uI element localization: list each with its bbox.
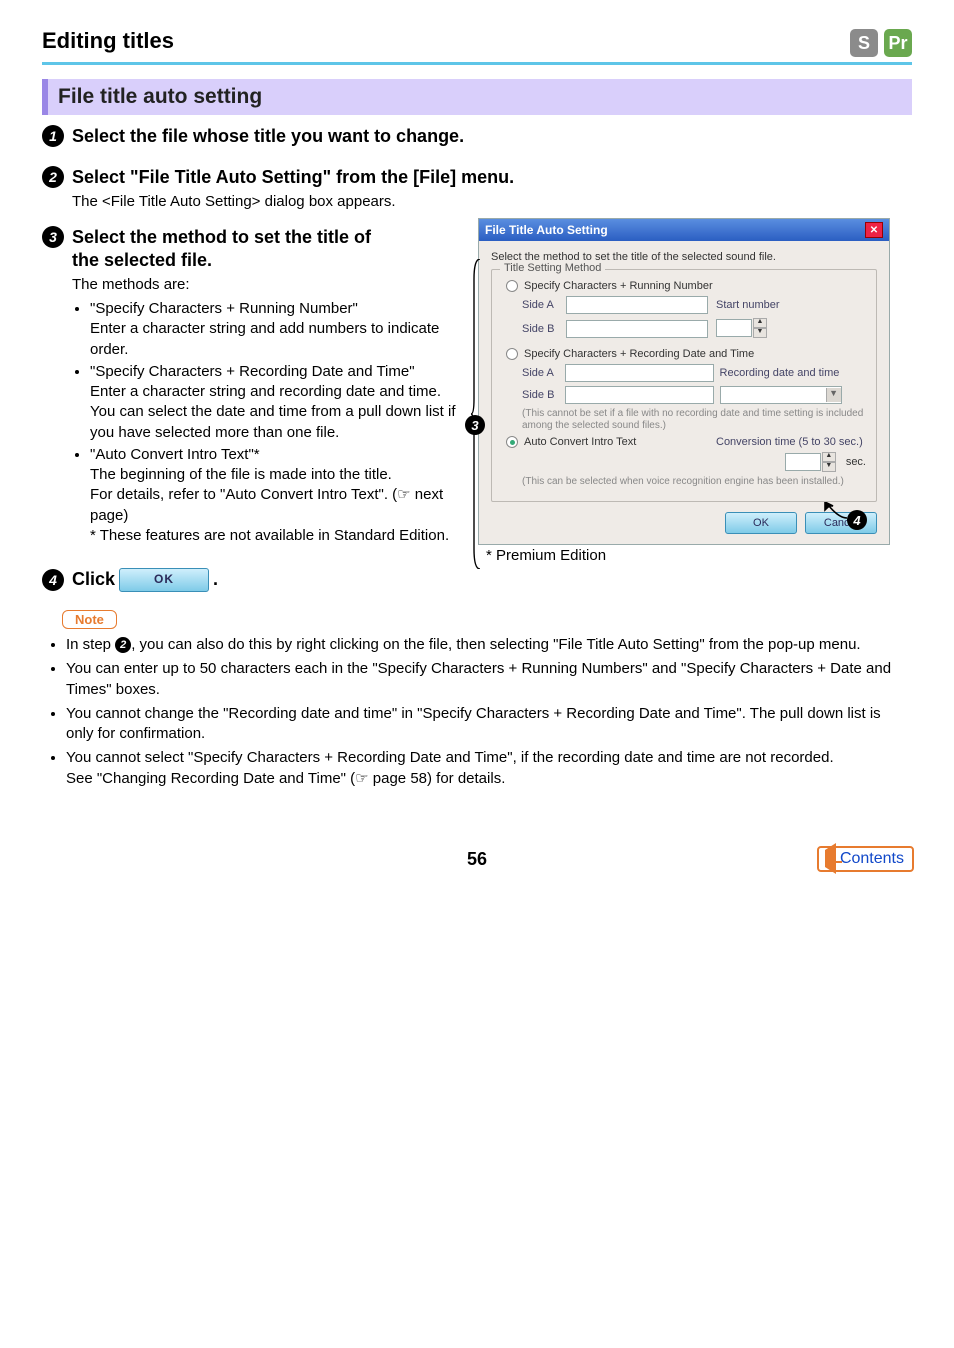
step4-post: . [213, 568, 218, 591]
note-item-2: You can enter up to 50 characters each i… [66, 659, 912, 700]
note1-post: , you can also do this by right clicking… [131, 636, 860, 653]
badge-premium: Pr [884, 29, 912, 57]
note4-post: page 58) for details. [369, 770, 506, 787]
step3-heading-line1: Select the method to set the title of [72, 226, 371, 249]
method3-note: * These features are not available in St… [90, 526, 462, 546]
note-item-1: In step 2, you can also do this by right… [66, 635, 912, 655]
callout-arrow-icon [823, 502, 849, 520]
method2-body2: You can select the date and time from a … [90, 402, 462, 443]
radio-recording-date-label: Specify Characters + Recording Date and … [524, 348, 754, 360]
note1-pre: In step [66, 636, 115, 653]
method2-body1: Enter a character string and recording d… [90, 382, 462, 402]
close-icon[interactable]: ✕ [865, 222, 883, 238]
sec-label: sec. [846, 456, 866, 468]
radio-auto-convert[interactable] [506, 436, 518, 448]
side-b-input-2[interactable] [565, 386, 713, 404]
dialog-warn1: (This cannot be set if a file with no re… [522, 408, 866, 432]
step3-heading-line2: the selected file. [72, 249, 371, 272]
spin-down-icon-2[interactable]: ▼ [822, 462, 836, 472]
premium-caption: * Premium Edition [486, 547, 912, 564]
start-number-spin[interactable] [716, 319, 752, 337]
note-item-3: You cannot change the "Recording date an… [66, 704, 912, 745]
pointer-icon-2: ☞ [355, 771, 368, 787]
start-number-label: Start number [716, 299, 866, 311]
spin-down-icon[interactable]: ▼ [753, 328, 767, 338]
note1-step-icon: 2 [115, 637, 131, 653]
method1-body: Enter a character string and add numbers… [90, 319, 462, 360]
groupbox-legend: Title Setting Method [500, 262, 605, 274]
callout-number-4: 4 [847, 510, 867, 530]
side-a-label-1: Side A [522, 299, 560, 311]
note4-pre: See "Changing Recording Date and Time" ( [66, 770, 355, 787]
dialog-warn2: (This can be selected when voice recogni… [522, 476, 866, 488]
radio-recording-date[interactable] [506, 348, 518, 360]
edition-badges: S Pr [850, 29, 912, 57]
spin-up-icon-2[interactable]: ▲ [822, 452, 836, 462]
step3-intro: The methods are: [72, 275, 462, 295]
badge-standard: S [850, 29, 878, 57]
triangle-underline-icon [828, 861, 842, 863]
conversion-time-label: Conversion time (5 to 30 sec.) [716, 436, 866, 448]
contents-button[interactable]: Contents [817, 846, 914, 872]
side-a-input-2[interactable] [565, 364, 713, 382]
contents-label: Contents [840, 850, 904, 868]
triangle-left-icon [825, 843, 836, 874]
side-b-label-2: Side B [522, 389, 559, 401]
method1-title: "Specify Characters + Running Number" [90, 300, 358, 317]
recording-date-label: Recording date and time [720, 367, 866, 379]
method3-title: "Auto Convert Intro Text"* [90, 446, 260, 463]
section-heading: File title auto setting [42, 79, 912, 115]
recording-date-dropdown[interactable]: ▼ [720, 386, 842, 404]
note4-line1: You cannot select "Specify Characters + … [66, 749, 834, 766]
pointer-icon: ☞ [397, 487, 410, 503]
side-b-input-1[interactable] [566, 320, 708, 338]
side-a-label-2: Side A [522, 367, 559, 379]
note-item-4: You cannot select "Specify Characters + … [66, 748, 912, 789]
conversion-time-spin[interactable] [785, 453, 821, 471]
step-number-4: 4 [42, 569, 64, 591]
file-title-auto-setting-dialog: File Title Auto Setting ✕ Select the met… [478, 218, 890, 545]
step1-heading: Select the file whose title you want to … [72, 125, 464, 148]
method2-title: "Specify Characters + Recording Date and… [90, 363, 415, 380]
ok-button-inline[interactable]: OK [119, 568, 209, 592]
callout-number-3: 3 [465, 415, 485, 435]
side-b-label-1: Side B [522, 323, 560, 335]
page-number: 56 [42, 849, 912, 870]
radio-running-number-label: Specify Characters + Running Number [524, 280, 713, 292]
spin-up-icon[interactable]: ▲ [753, 318, 767, 328]
step2-heading: Select "File Title Auto Setting" from th… [72, 166, 514, 189]
note-label: Note [62, 610, 117, 629]
step2-body: The <File Title Auto Setting> dialog box… [72, 192, 912, 212]
dialog-title: File Title Auto Setting [485, 223, 608, 237]
radio-running-number[interactable] [506, 280, 518, 292]
method3-body2a: For details, refer to "Auto Convert Intr… [90, 486, 397, 503]
step-number-2: 2 [42, 166, 64, 188]
radio-auto-convert-label: Auto Convert Intro Text [524, 436, 636, 448]
side-a-input-1[interactable] [566, 296, 708, 314]
chevron-down-icon: ▼ [826, 388, 841, 402]
header-rule [42, 62, 912, 65]
page-title: Editing titles [42, 28, 174, 54]
dialog-ok-button[interactable]: OK [725, 512, 797, 534]
step4-pre: Click [72, 568, 115, 591]
method3-body1: The beginning of the file is made into t… [90, 465, 462, 485]
step-number-1: 1 [42, 125, 64, 147]
step-number-3: 3 [42, 226, 64, 248]
brace-icon [471, 259, 481, 569]
